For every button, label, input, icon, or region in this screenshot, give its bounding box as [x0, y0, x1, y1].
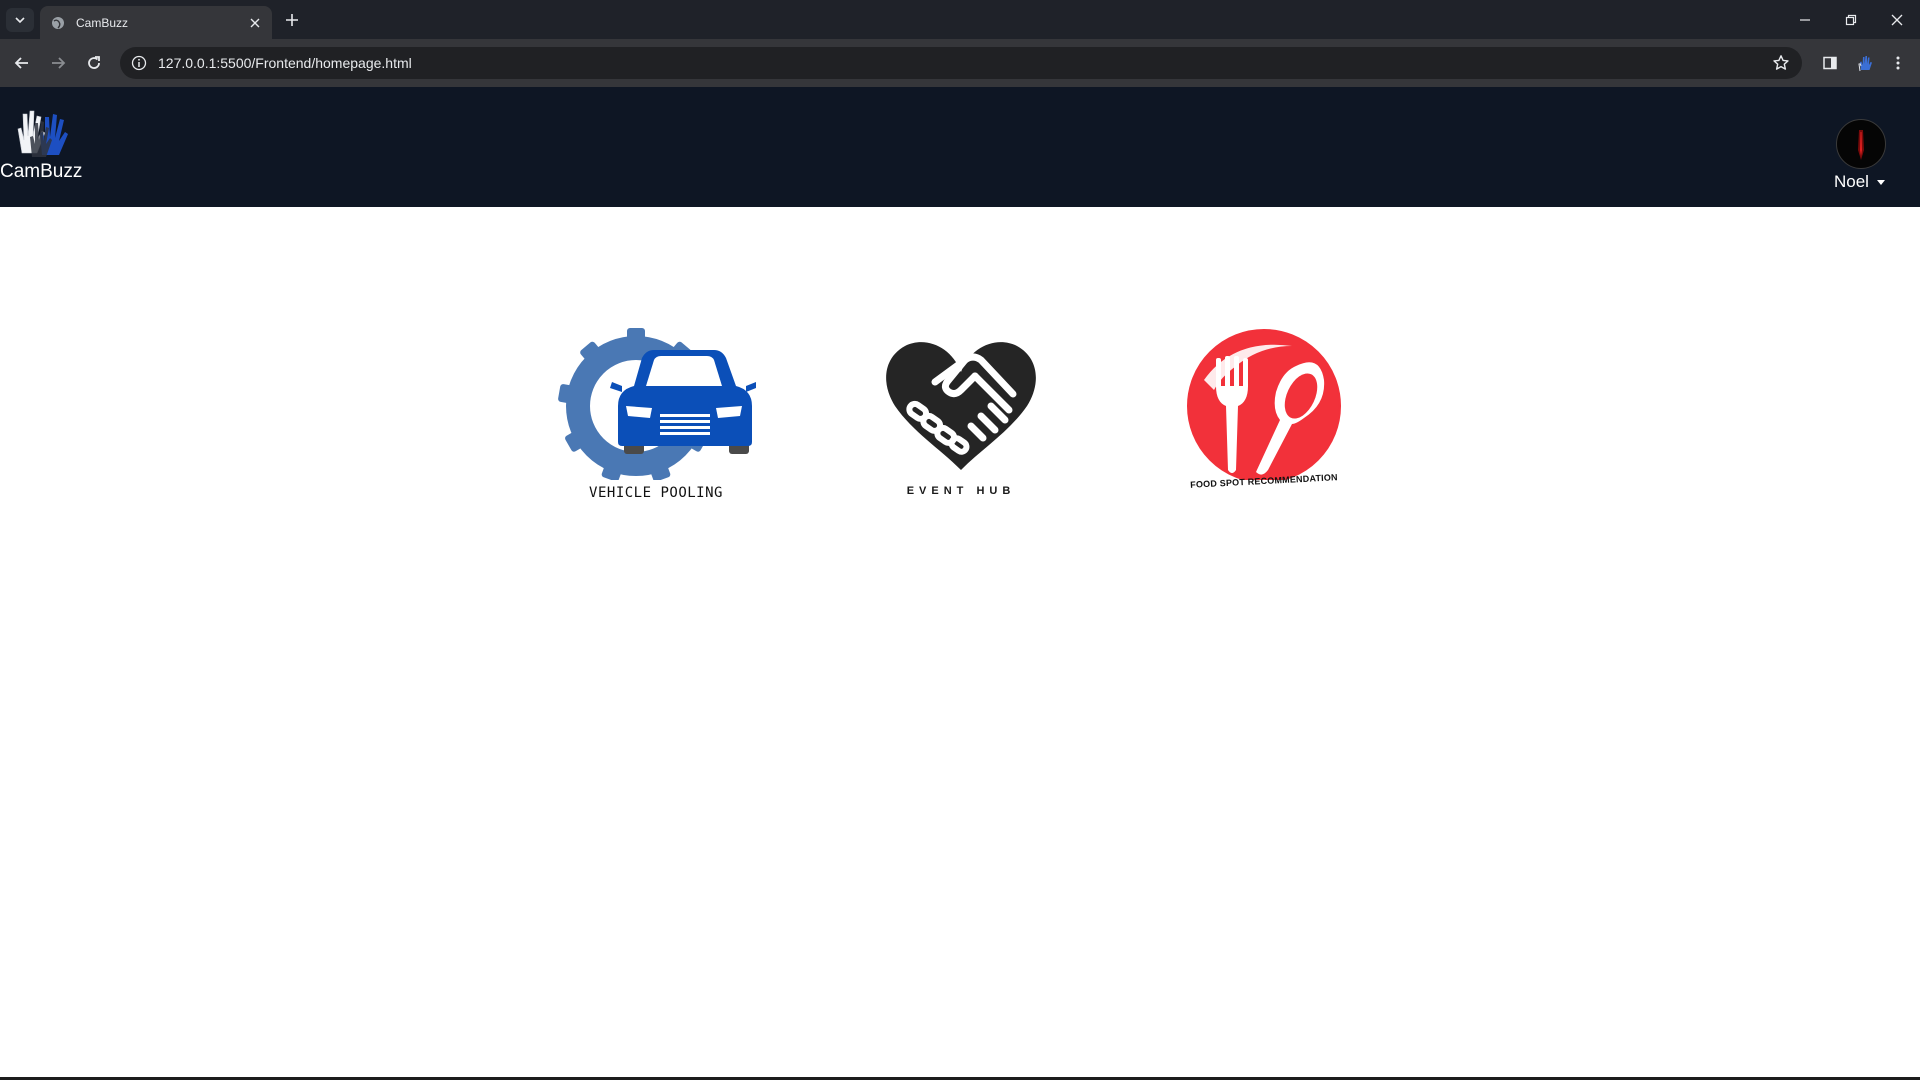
tab-title: CamBuzz	[76, 15, 129, 30]
plus-icon	[286, 14, 298, 26]
food-spot-card[interactable]: FOOD SPOT RECOMMENDATION	[1164, 320, 1364, 510]
cambuzz-hands-logo-icon	[17, 110, 68, 157]
chevron-down-icon	[15, 17, 25, 24]
browser-tab[interactable]: CamBuzz	[40, 6, 272, 39]
restore-button[interactable]	[1828, 0, 1874, 39]
tab-search-button[interactable]	[6, 8, 34, 32]
vehicle-pooling-card[interactable]: VEHICLE POOLING	[556, 320, 756, 510]
event-hub-label: EVENT HUB	[906, 485, 1016, 497]
reload-button[interactable]	[80, 49, 108, 77]
menu-kebab-icon[interactable]	[1884, 49, 1912, 77]
back-button[interactable]	[8, 49, 36, 77]
new-tab-button[interactable]	[282, 10, 302, 30]
side-panel-icon[interactable]	[1816, 49, 1844, 77]
close-window-button[interactable]	[1874, 0, 1920, 39]
close-icon	[1891, 14, 1903, 25]
address-bar[interactable]: 127.0.0.1:5500/Frontend/homepage.html	[120, 47, 1802, 79]
caret-down-icon	[1876, 179, 1885, 185]
services-grid: VEHICLE POOLING EVENT HUB FOOD SPOT RECO…	[0, 320, 1920, 510]
globe-icon	[50, 15, 66, 31]
site-info-icon[interactable]	[128, 52, 150, 74]
browser-toolbar: 127.0.0.1:5500/Frontend/homepage.html	[0, 39, 1920, 87]
avatar[interactable]	[1836, 119, 1886, 169]
browser-tab-strip: CamBuzz	[0, 0, 1920, 39]
bookmark-star-icon[interactable]	[1770, 52, 1792, 74]
restore-icon	[1845, 14, 1857, 25]
forward-button[interactable]	[44, 49, 72, 77]
user-name-dropdown[interactable]: Noel	[1834, 172, 1885, 192]
user-name: Noel	[1834, 172, 1869, 191]
arrow-right-icon	[52, 57, 66, 69]
vehicle-pooling-label: VEHICLE POOLING	[589, 485, 723, 501]
minimize-button[interactable]	[1782, 0, 1828, 39]
site-header: CamBuzz Noel	[0, 87, 1920, 207]
car-gear-icon	[558, 328, 756, 480]
fork-spoon-icon	[1187, 329, 1341, 480]
handshake-heart-icon	[886, 342, 1036, 470]
arrow-left-icon	[14, 57, 28, 69]
url-text[interactable]: 127.0.0.1:5500/Frontend/homepage.html	[158, 55, 412, 71]
minimize-icon	[1800, 18, 1810, 21]
close-tab-icon[interactable]	[246, 14, 264, 32]
brand-name: CamBuzz	[0, 161, 83, 182]
reload-icon	[88, 56, 100, 69]
extension-hand-icon[interactable]	[1852, 49, 1880, 77]
event-hub-card[interactable]: EVENT HUB	[861, 320, 1061, 510]
